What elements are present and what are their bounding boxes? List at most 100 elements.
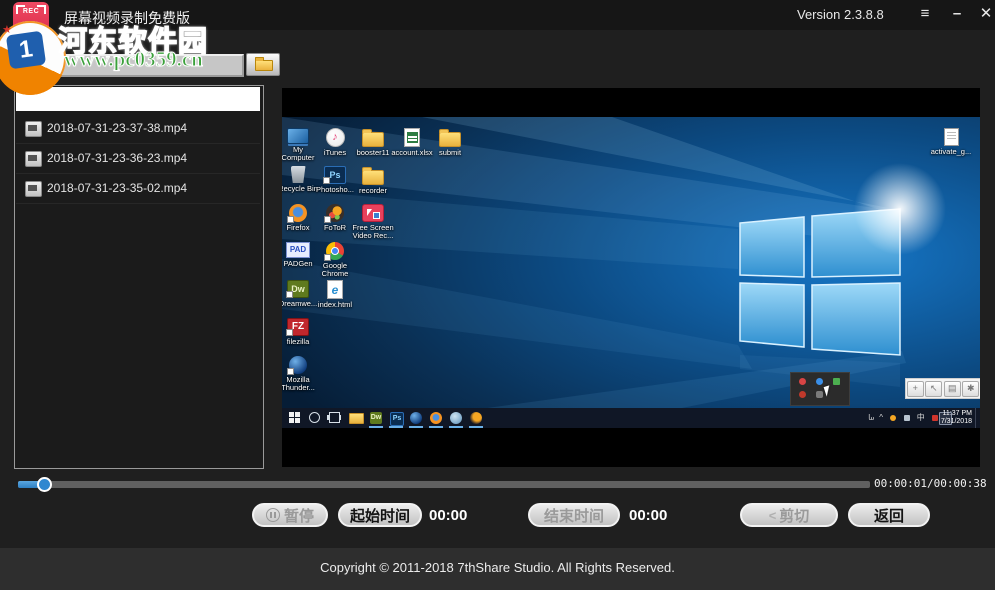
taskbar-photoshop-icon: Ps xyxy=(390,412,404,426)
watermark-site-url: www.pc0359.cn xyxy=(64,47,203,72)
desktop-icon-recorder: recorder xyxy=(352,166,394,195)
mouse-cursor xyxy=(824,385,833,396)
desktop-icon-thunderbird: Mozilla Thunder... xyxy=(282,356,319,392)
cut-button[interactable]: < 剪切 xyxy=(740,503,838,527)
taskbar-thunderbird-icon xyxy=(410,412,422,424)
recycle-bin-icon xyxy=(291,166,306,183)
folder-icon xyxy=(439,132,461,147)
padgen-icon: PAD xyxy=(286,242,310,258)
taskbar-fotor-icon xyxy=(470,412,482,424)
file-row-3[interactable]: 2018-07-31-23-35-02.mp4 xyxy=(16,173,260,204)
itunes-icon: ♪ xyxy=(326,128,345,147)
playback-time-display: 00:00:01/00:00:38 xyxy=(874,477,987,490)
tray-green-icon xyxy=(833,378,840,385)
windows-wallpaper xyxy=(282,117,980,428)
computer-icon xyxy=(287,128,309,144)
end-time-button[interactable]: 结束时间 xyxy=(528,503,620,527)
tray-blue-icon xyxy=(816,378,823,385)
copyright-text: Copyright © 2011-2018 7thShare Studio. A… xyxy=(320,560,675,575)
photoshop-icon: Ps xyxy=(324,166,346,184)
app-logo-rec-text: REC xyxy=(13,8,49,15)
firefox-icon xyxy=(289,204,307,222)
screen-recorder-icon xyxy=(362,204,384,222)
tray-fotor-icon xyxy=(890,415,896,421)
ime-indicator: 中 xyxy=(917,413,925,422)
desktop-icon-fotor: FoToR xyxy=(314,204,356,232)
start-time-value: 00:00 xyxy=(429,507,467,524)
taskbar-dreamweaver-icon: Dw xyxy=(370,412,382,424)
file-row-1[interactable]: 2018-07-31-23-37-38.mp4 xyxy=(16,113,260,144)
minimize-icon[interactable]: – xyxy=(945,4,969,24)
document-icon xyxy=(944,128,959,146)
task-view-icon xyxy=(329,412,340,423)
volume-icon xyxy=(904,415,910,421)
video-file-icon xyxy=(25,181,42,197)
tray-color-icon xyxy=(799,391,806,398)
start-button-icon xyxy=(289,412,301,424)
excel-file-icon xyxy=(404,128,420,147)
folder-icon xyxy=(255,60,273,71)
cortana-icon xyxy=(309,412,320,423)
browse-folder-button[interactable] xyxy=(246,53,280,76)
clock-date: 7/31/2018 xyxy=(941,418,972,426)
file-explorer-icon xyxy=(349,413,364,424)
clock-time: 11:37 PM xyxy=(941,410,972,418)
file-row-2[interactable]: 2018-07-31-23-36-23.mp4 xyxy=(16,143,260,174)
video-file-icon xyxy=(25,121,42,137)
filezilla-icon: FZ xyxy=(287,318,309,336)
folder-icon xyxy=(362,170,384,185)
chevron-up-icon: ^ xyxy=(879,413,883,422)
end-time-value: 00:00 xyxy=(629,507,667,524)
video-preview-area[interactable]: My Computer ♪ iTunes booster11 account.x… xyxy=(282,88,980,467)
show-desktop-sliver xyxy=(975,408,980,428)
video-file-icon xyxy=(25,151,42,167)
taskbar-browser-icon xyxy=(450,412,462,424)
split-tool-icon: ▤ xyxy=(944,381,961,397)
close-icon[interactable]: ✕ xyxy=(974,4,995,24)
app-window: REC 屏幕视频录制免费版 Version 2.3.8.8 ≡ – ✕ ★ 1 … xyxy=(0,0,995,590)
desktop-icon-account-xlsx: account.xlsx xyxy=(391,128,433,157)
file-name: 2018-07-31-23-36-23.mp4 xyxy=(47,151,187,165)
watermark-logo: ★ 1 xyxy=(0,21,66,95)
desktop-icon-activate-guide: activate_g... xyxy=(930,128,972,156)
desktop-icon-filezilla: FZ filezilla xyxy=(282,318,319,346)
recorder-mini-toolbar: + ↖ ▤ ✱ xyxy=(905,378,980,399)
seek-bar[interactable] xyxy=(18,481,870,488)
folder-icon xyxy=(362,132,384,147)
back-button[interactable]: 返回 xyxy=(848,503,930,527)
scissors-icon: < xyxy=(769,508,777,523)
taskbar-firefox-icon xyxy=(430,412,442,424)
desktop-icon-itunes: ♪ iTunes xyxy=(314,128,356,157)
file-name: 2018-07-31-23-37-38.mp4 xyxy=(47,121,187,135)
taskbar-clock: 11:37 PM 7/31/2018 xyxy=(941,410,972,426)
version-label: Version 2.3.8.8 xyxy=(797,7,884,22)
desktop-icon-submit: submit xyxy=(429,128,471,157)
tray-rec-icon xyxy=(932,415,938,421)
system-tray: ᘈ ^ 中 xyxy=(864,408,938,428)
tray-overflow-popup xyxy=(790,372,850,406)
recorded-desktop-frame: My Computer ♪ iTunes booster11 account.x… xyxy=(282,117,980,428)
seek-thumb[interactable] xyxy=(37,477,52,492)
recordings-list-panel: 2018-07-31-23-37-38.mp4 2018-07-31-23-36… xyxy=(14,85,264,469)
thunderbird-icon xyxy=(289,356,307,374)
list-header-row xyxy=(16,87,260,111)
settings-gear-icon: ✱ xyxy=(962,381,979,397)
start-time-button[interactable]: 起始时间 xyxy=(338,503,422,527)
windows-taskbar: Dw Ps ᘈ ^ 中 11:37 PM xyxy=(282,408,980,428)
desktop-icon-chrome: Google Chrome xyxy=(314,242,356,278)
people-icon: ᘈ xyxy=(869,413,875,422)
fotor-icon xyxy=(326,204,344,222)
cursor-tool-icon: ↖ xyxy=(925,381,942,397)
chrome-icon xyxy=(326,242,344,260)
footer-bar: Copyright © 2011-2018 7thShare Studio. A… xyxy=(0,548,995,590)
watermark-digit: 1 xyxy=(6,31,46,70)
desktop-icon-booster11: booster11 xyxy=(352,128,394,157)
menu-icon[interactable]: ≡ xyxy=(913,4,937,24)
pause-icon xyxy=(266,508,280,522)
desktop-icon-index-html: e index.html xyxy=(314,280,356,309)
move-tool-icon: + xyxy=(907,381,924,397)
file-name: 2018-07-31-23-35-02.mp4 xyxy=(47,181,187,195)
desktop-icon-photoshop: Ps Photosho... xyxy=(314,166,356,194)
pause-button[interactable]: 暂停 xyxy=(252,503,328,527)
tray-red-icon xyxy=(799,378,806,385)
